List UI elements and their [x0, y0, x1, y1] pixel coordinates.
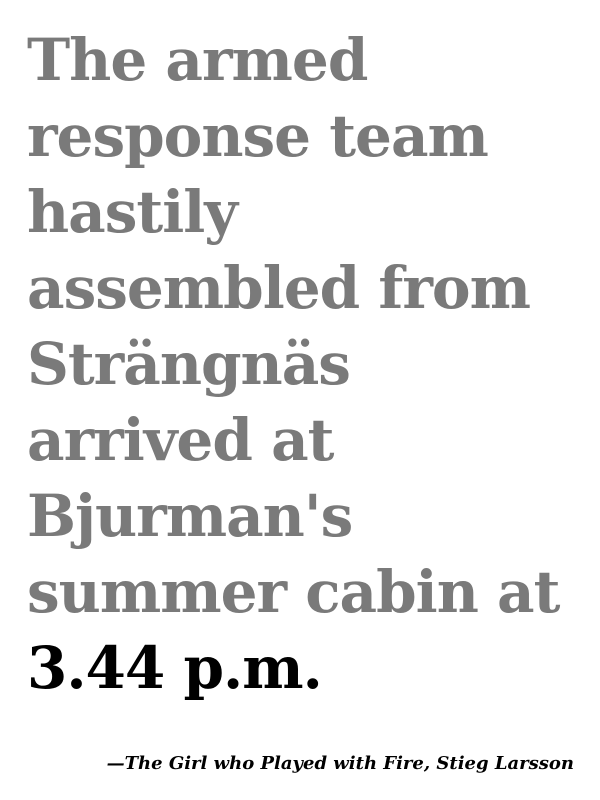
quote-line: The armed	[27, 26, 368, 94]
quote-line: Bjurman's	[27, 482, 353, 550]
quote-line: summer cabin at	[27, 558, 560, 626]
quote-attribution: —The Girl who Played with Fire, Stieg La…	[106, 753, 574, 774]
quote-card: The armed response team hastily assemble…	[0, 0, 600, 800]
quote-text: The armed response team hastily assemble…	[27, 22, 580, 706]
quote-emphasis-time: 3.44 p.m.	[27, 634, 323, 702]
quote-line: response team	[27, 102, 489, 170]
quote-line: hastily	[27, 178, 238, 246]
quote-line: assembled from	[27, 254, 531, 322]
quote-line: arrived at	[27, 406, 334, 474]
quote-line: Strängnäs	[27, 330, 351, 398]
